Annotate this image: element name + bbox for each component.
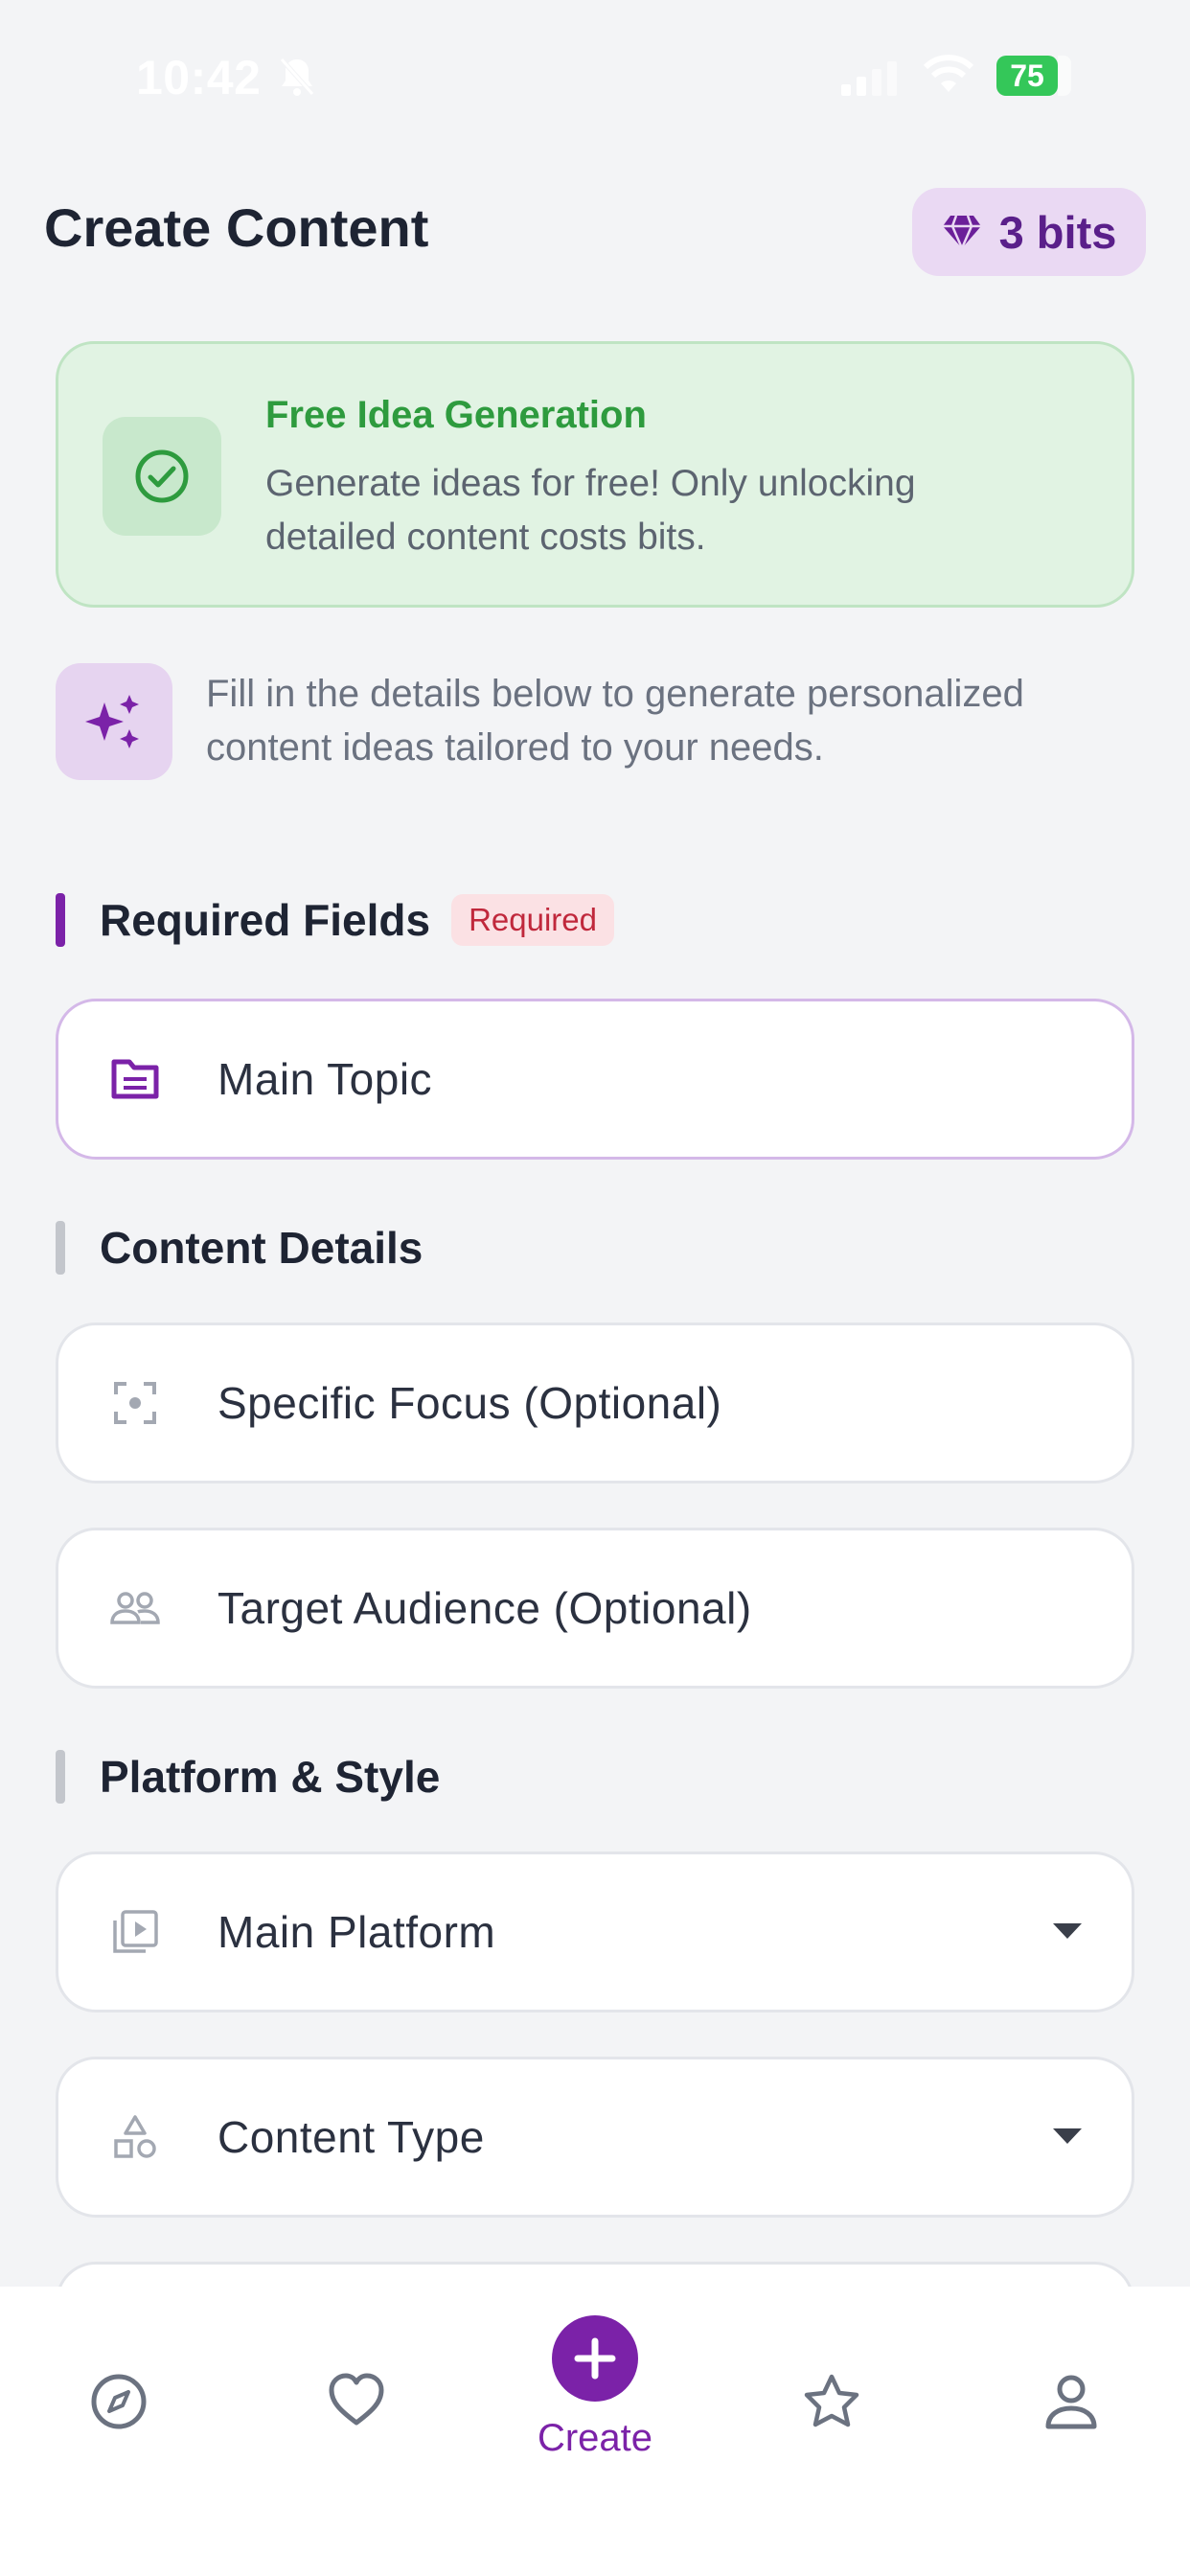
signal-icon — [841, 61, 897, 96]
free-idea-card: Free Idea Generation Generate ideas for … — [56, 341, 1134, 608]
target-audience-label: Target Audience (Optional) — [217, 1583, 752, 1633]
compass-icon[interactable] — [90, 2373, 148, 2430]
sparkles-icon — [85, 695, 139, 748]
specific-focus-label: Specific Focus (Optional) — [217, 1378, 722, 1428]
chevron-down-icon — [1053, 2128, 1082, 2144]
content-type-select[interactable]: Content Type — [56, 2057, 1134, 2218]
create-button[interactable] — [552, 2315, 638, 2402]
main-topic-label: Main Topic — [217, 1054, 433, 1104]
main-platform-select[interactable]: Main Platform — [56, 1852, 1134, 2012]
diamond-icon — [942, 215, 981, 250]
battery-empty — [1058, 56, 1071, 96]
tip-text: Fill in the details below to generate pe… — [206, 673, 1024, 769]
bell-slash-icon — [280, 58, 314, 96]
section-marker — [56, 893, 65, 947]
star-icon[interactable] — [803, 2373, 860, 2428]
required-badge: Required — [451, 894, 614, 946]
page-title: Create Content — [44, 197, 429, 258]
status-time: 10:42 — [136, 51, 262, 104]
battery-level: 75 — [996, 56, 1058, 96]
heart-icon[interactable] — [328, 2373, 385, 2426]
check-circle-icon — [135, 449, 189, 503]
bits-count: 3 bits — [998, 206, 1117, 258]
shapes-icon — [114, 2115, 156, 2158]
main-platform-label: Main Platform — [217, 1907, 496, 1957]
chevron-down-icon — [1053, 1923, 1082, 1939]
free-card-description: Generate ideas for free! Only unlocking … — [265, 463, 916, 558]
create-label[interactable]: Create — [479, 2417, 711, 2460]
section-platform-style: Platform & Style — [56, 1748, 440, 1806]
person-icon[interactable] — [1042, 2373, 1100, 2430]
wifi-icon — [923, 55, 974, 92]
main-topic-field[interactable]: Main Topic — [56, 999, 1134, 1160]
video-library-icon — [113, 1910, 158, 1953]
section-title: Content Details — [100, 1223, 423, 1273]
section-title: Required Fields — [100, 895, 431, 945]
bottom-nav: Create — [0, 2287, 1190, 2576]
content-type-label: Content Type — [217, 2112, 485, 2162]
specific-focus-field[interactable]: Specific Focus (Optional) — [56, 1322, 1134, 1484]
bits-badge[interactable]: 3 bits — [912, 188, 1146, 276]
people-icon — [110, 1592, 160, 1624]
section-content-details: Content Details — [56, 1219, 423, 1276]
section-marker — [56, 1221, 65, 1275]
section-title: Platform & Style — [100, 1752, 441, 1802]
plus-icon — [574, 2337, 616, 2380]
battery-indicator: 75 — [996, 56, 1075, 96]
document-icon — [111, 1059, 159, 1099]
status-bar: 10:42 75 — [0, 0, 1190, 153]
tip-icon-box — [56, 663, 172, 780]
target-audience-field[interactable]: Target Audience (Optional) — [56, 1528, 1134, 1689]
free-card-title: Free Idea Generation — [265, 394, 647, 436]
section-marker — [56, 1750, 65, 1804]
free-icon-box — [103, 417, 221, 536]
focus-icon — [114, 1382, 156, 1424]
section-required: Required Fields Required — [56, 891, 614, 949]
